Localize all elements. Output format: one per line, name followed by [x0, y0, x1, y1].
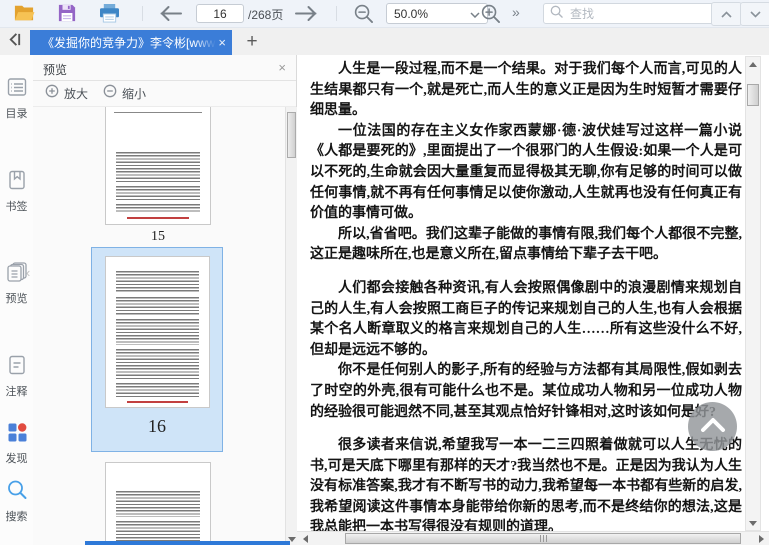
triangle-down-icon	[749, 520, 757, 526]
zoom-level-value: 50.0%	[394, 6, 429, 21]
thumbnail-page-number: 15	[151, 229, 165, 244]
chevron-up-icon	[700, 416, 726, 437]
preview-zoom-out-button[interactable]: 缩小	[122, 85, 146, 102]
magnifier-plus-icon	[481, 4, 500, 28]
save-button[interactable]	[58, 4, 76, 27]
paragraph: 人们都会接触各种资讯,有人会按照偶像剧中的浪漫剧情来规划自己的人生,有人会按照工…	[310, 280, 742, 358]
thumbnail-selection-16[interactable]: 16	[91, 247, 223, 452]
thumbnail-page-number: 16	[148, 416, 166, 436]
chevron-down-icon	[750, 5, 761, 23]
circle-plus-icon[interactable]	[45, 84, 59, 103]
sidebar-item-label: 预览	[5, 293, 28, 305]
more-tools-button[interactable]: »	[512, 4, 520, 20]
tab-title: 《发掘你的竞争力》李令彬[www	[42, 36, 216, 50]
pdf-reader-window: /268页 50.0% » 《发掘你的竞争	[0, 0, 769, 545]
thumbnail-page-16[interactable]	[105, 256, 210, 408]
open-file-button[interactable]	[13, 3, 35, 28]
zoom-level-dropdown[interactable]: 50.0%	[386, 3, 488, 24]
preview-zoom-in-button[interactable]: 放大	[64, 85, 88, 102]
horizontal-scrollbar[interactable]	[297, 531, 769, 545]
sidebar-item-label: 发现	[5, 453, 28, 465]
document-tab[interactable]: 《发掘你的竞争力》李令彬[www ×	[30, 30, 232, 55]
magnifier-minus-icon	[354, 4, 373, 28]
thumbnail-list: 15 16 17	[33, 107, 283, 545]
tab-bar: 《发掘你的竞争力》李令彬[www × +	[0, 28, 769, 56]
preview-scrollbar-thumb[interactable]	[287, 112, 296, 158]
page-number-input[interactable]	[196, 4, 244, 23]
chevron-down-icon	[470, 7, 480, 21]
triangle-up-icon	[749, 61, 757, 67]
thumbnail-page-17[interactable]	[105, 462, 211, 545]
search-box[interactable]	[543, 3, 725, 24]
active-panel-caret-icon: ‹	[26, 265, 31, 280]
toc-icon	[6, 76, 28, 103]
save-floppy-icon	[58, 4, 76, 27]
new-tab-button[interactable]: +	[240, 29, 264, 54]
search-panel-icon	[6, 479, 28, 506]
scroll-up-button[interactable]	[746, 57, 760, 71]
collapse-left-icon	[7, 32, 22, 52]
sidebar-item-label: 注释	[5, 386, 28, 398]
zoom-out-button[interactable]	[354, 4, 373, 28]
horizontal-scrollbar-thumb[interactable]	[345, 533, 741, 544]
next-page-button[interactable]	[294, 5, 319, 27]
sidebar-item-bookmarks[interactable]: 书签	[0, 169, 33, 214]
page-total-label: /268页	[248, 8, 284, 22]
preview-panel-title: 预览	[43, 63, 68, 77]
toolbar-separator	[336, 6, 337, 21]
page-text: 人生是一段过程,而不是一个结果。对于我们每个人而言,可见的人生结果都只有一个,就…	[310, 60, 742, 532]
arrow-right-icon	[294, 5, 319, 27]
scroll-left-button[interactable]	[297, 532, 313, 545]
find-previous-button[interactable]	[711, 2, 742, 26]
find-next-button[interactable]	[740, 2, 769, 26]
preview-panel-header: 预览 ×	[33, 55, 296, 81]
circle-minus-icon[interactable]	[103, 84, 117, 103]
preview-panel: 预览 × 放大 缩小 15 16	[33, 55, 298, 545]
zoom-in-button[interactable]	[481, 4, 500, 28]
sidebar-item-discover[interactable]: 发现	[0, 421, 33, 466]
document-view[interactable]: 人生是一段过程,而不是一个结果。对于我们每个人而言,可见的人生结果都只有一个,就…	[297, 55, 769, 545]
toolbar: /268页 50.0% »	[0, 0, 769, 28]
scroll-right-button[interactable]	[753, 532, 769, 545]
sidebar-item-annotations[interactable]: 注释	[0, 354, 33, 399]
sidebar-item-contents[interactable]: 目录	[0, 76, 33, 121]
paragraph: 一位法国的存在主义女作家西蒙娜·德·波伏娃写过这样一篇小说《人都是要死的》,里面…	[310, 123, 742, 222]
discover-icon	[6, 421, 28, 448]
sidebar: 目录 书签 预览 ‹ 注释 发现 搜索	[0, 55, 34, 545]
preview-scrollbar[interactable]	[285, 107, 298, 545]
tab-close-icon[interactable]: ×	[218, 36, 226, 49]
collapse-tabs-button[interactable]	[5, 33, 23, 51]
paragraph: 人生是一段过程,而不是一个结果。对于我们每个人而言,可见的人生结果都只有一个,就…	[310, 62, 742, 119]
back-to-top-button[interactable]	[688, 402, 737, 451]
printer-icon	[99, 4, 120, 28]
annotation-icon	[6, 354, 28, 381]
arrow-left-icon	[158, 5, 183, 27]
preview-horizontal-scrollbar[interactable]	[85, 541, 290, 545]
search-input[interactable]	[568, 5, 718, 22]
triangle-left-icon	[302, 534, 308, 543]
toolbar-separator	[142, 6, 143, 21]
bookmark-icon	[6, 169, 28, 196]
preview-pages-icon	[6, 261, 28, 288]
previous-page-button[interactable]	[158, 5, 183, 27]
sidebar-item-label: 书签	[5, 201, 28, 213]
sidebar-item-label: 搜索	[5, 511, 28, 523]
vertical-scrollbar-thumb[interactable]	[747, 84, 759, 106]
search-icon	[550, 5, 563, 23]
paragraph: 所以,省省吧。我们这辈子能做的事情有限,我们每个人都很不完整,这正是趣味所在,也…	[310, 226, 742, 263]
thumbnail-page-15[interactable]	[105, 107, 211, 225]
sidebar-item-label: 目录	[5, 108, 28, 120]
chevron-up-icon	[721, 5, 732, 23]
scroll-down-button[interactable]	[746, 516, 760, 530]
folder-open-icon	[13, 3, 35, 28]
preview-panel-close-icon[interactable]: ×	[278, 60, 286, 75]
print-button[interactable]	[99, 4, 120, 28]
paragraph: 你不是任何别人的影子,所有的经验与方法都有其局限性,假如剥去了时空的外壳,很有可…	[310, 363, 742, 420]
paragraph: 很多读者来信说,希望我写一本一二三四照着做就可以人生无忧的书,可是天底下哪里有那…	[310, 438, 742, 532]
vertical-scrollbar[interactable]	[745, 56, 761, 531]
preview-zoom-toolbar: 放大 缩小	[33, 81, 296, 107]
sidebar-item-search[interactable]: 搜索	[0, 479, 33, 524]
triangle-right-icon	[758, 534, 764, 543]
tab-title-fade	[194, 30, 216, 55]
